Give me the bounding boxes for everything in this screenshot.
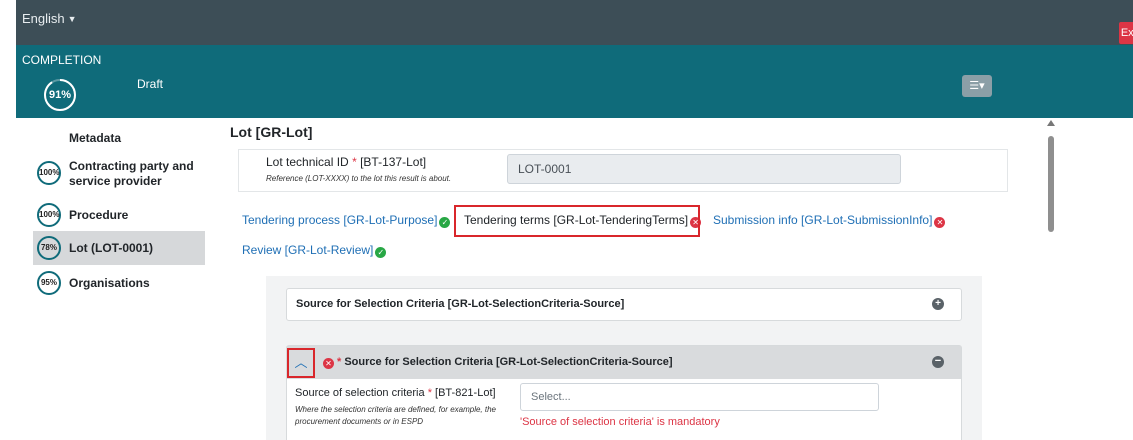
completion-bar: COMPLETION 91% Draft ☰▾ bbox=[16, 45, 1133, 118]
check-circle-icon: ✓ bbox=[439, 217, 451, 228]
sliders-icon: ☰▾ bbox=[969, 80, 985, 92]
sidebar-item-label: Contracting party and bbox=[69, 159, 194, 173]
sidebar-item-organisations[interactable]: 95% Organisations bbox=[33, 270, 205, 296]
lot-id-row: Lot technical ID * [BT-137-Lot] Referenc… bbox=[238, 149, 1008, 192]
accordion-title: ✕ * Source for Selection Criteria [GR-Lot… bbox=[323, 356, 673, 369]
status-label: Draft bbox=[137, 77, 164, 91]
lot-id-hint: Reference (LOT-XXXX) to the lot this res… bbox=[266, 174, 452, 183]
page-title: Lot [GR-Lot] bbox=[230, 124, 313, 140]
lot-id-label-text: Lot technical ID bbox=[266, 155, 349, 169]
sidebar-item-contracting-party[interactable]: 100% Contracting party and service provi… bbox=[33, 156, 205, 190]
required-mark: * bbox=[337, 356, 342, 368]
sidebar: Metadata 100% Contracting party and serv… bbox=[16, 118, 216, 440]
tab-label: Tendering process [GR-Lot-Purpose] bbox=[242, 213, 438, 227]
error-circle-icon: ✕ bbox=[323, 358, 334, 369]
field-label-text: Source of selection criteria bbox=[295, 387, 425, 399]
scroll-up-arrow-icon[interactable] bbox=[1047, 120, 1055, 126]
main-content: Lot [GR-Lot] Lot technical ID * [BT-137-… bbox=[216, 118, 1046, 440]
progress-ring: 100% bbox=[37, 203, 61, 227]
highlight-box bbox=[454, 205, 700, 237]
field-code: [BT-821-Lot] bbox=[435, 387, 496, 399]
accordion-header[interactable]: ︿ ✕ * Source for Selection Criteria [GR-L… bbox=[287, 346, 961, 379]
language-label: English bbox=[22, 11, 65, 26]
app-window: English▼ Exit COMPLETION 91% Draft ☰▾ Me… bbox=[0, 0, 1133, 440]
tab-label: Submission info [GR-Lot-SubmissionInfo] bbox=[713, 213, 933, 227]
field-label: Source of selection criteria * [BT-821-L… bbox=[295, 387, 496, 399]
sidebar-metadata[interactable]: Metadata bbox=[69, 131, 121, 145]
minus-circle-icon[interactable]: − bbox=[932, 356, 944, 368]
lot-id-input[interactable]: LOT-0001 bbox=[507, 154, 901, 184]
settings-dropdown-button[interactable]: ☰▾ bbox=[962, 75, 992, 97]
sidebar-item-label: Lot (LOT-0001) bbox=[69, 241, 154, 255]
sidebar-item-lot[interactable]: 78% Lot (LOT-0001) bbox=[33, 231, 205, 265]
accordion-title: Source for Selection Criteria [GR-Lot-Se… bbox=[296, 298, 625, 310]
sidebar-item-label-line2: service provider bbox=[69, 174, 162, 188]
scrollbar-thumb[interactable] bbox=[1048, 136, 1054, 232]
top-navbar: English▼ Exit bbox=[16, 0, 1133, 45]
language-dropdown[interactable]: English ▼ bbox=[22, 11, 77, 26]
field-hint: Where the selection criteria are defined… bbox=[295, 405, 496, 426]
tab-tendering-process[interactable]: Tendering process [GR-Lot-Purpose] ✓ bbox=[242, 213, 451, 228]
chevron-up-icon[interactable]: ︿ bbox=[287, 348, 315, 378]
tab-content-panel: Source for Selection Criteria [GR-Lot-Se… bbox=[266, 276, 982, 440]
plus-circle-icon[interactable]: + bbox=[932, 298, 944, 310]
sidebar-item-label: Procedure bbox=[69, 208, 129, 222]
accordion-collapsed[interactable]: Source for Selection Criteria [GR-Lot-Se… bbox=[286, 288, 962, 321]
accordion-title-text: Source for Selection Criteria [GR-Lot-Se… bbox=[344, 356, 673, 368]
tab-label: Review [GR-Lot-Review] bbox=[242, 243, 374, 257]
sidebar-item-procedure[interactable]: 100% Procedure bbox=[33, 202, 205, 228]
progress-ring: 100% bbox=[37, 161, 61, 185]
tab-submission-info[interactable]: Submission info [GR-Lot-SubmissionInfo] ✕ bbox=[713, 213, 946, 228]
completion-percent: 91% bbox=[48, 89, 72, 101]
error-circle-icon: ✕ bbox=[934, 217, 946, 228]
validation-error: 'Source of selection criteria' is mandat… bbox=[520, 416, 720, 428]
tab-review[interactable]: Review [GR-Lot-Review] ✓ bbox=[242, 243, 387, 258]
progress-ring: 78% bbox=[37, 236, 61, 260]
caret-down-icon: ▼ bbox=[67, 14, 77, 24]
required-mark: * bbox=[352, 155, 357, 169]
sidebar-item-label: Organisations bbox=[69, 276, 150, 290]
lot-id-label: Lot technical ID * [BT-137-Lot] bbox=[266, 155, 426, 169]
required-mark: * bbox=[427, 387, 432, 399]
completion-label: COMPLETION bbox=[22, 53, 102, 67]
accordion-expanded: ︿ ✕ * Source for Selection Criteria [GR-L… bbox=[286, 345, 962, 440]
check-circle-icon: ✓ bbox=[375, 247, 387, 258]
exit-button[interactable]: Exit bbox=[1119, 22, 1133, 44]
lot-id-code: [BT-137-Lot] bbox=[360, 155, 427, 169]
source-select[interactable]: Select... bbox=[520, 383, 879, 411]
progress-ring: 95% bbox=[37, 271, 61, 295]
